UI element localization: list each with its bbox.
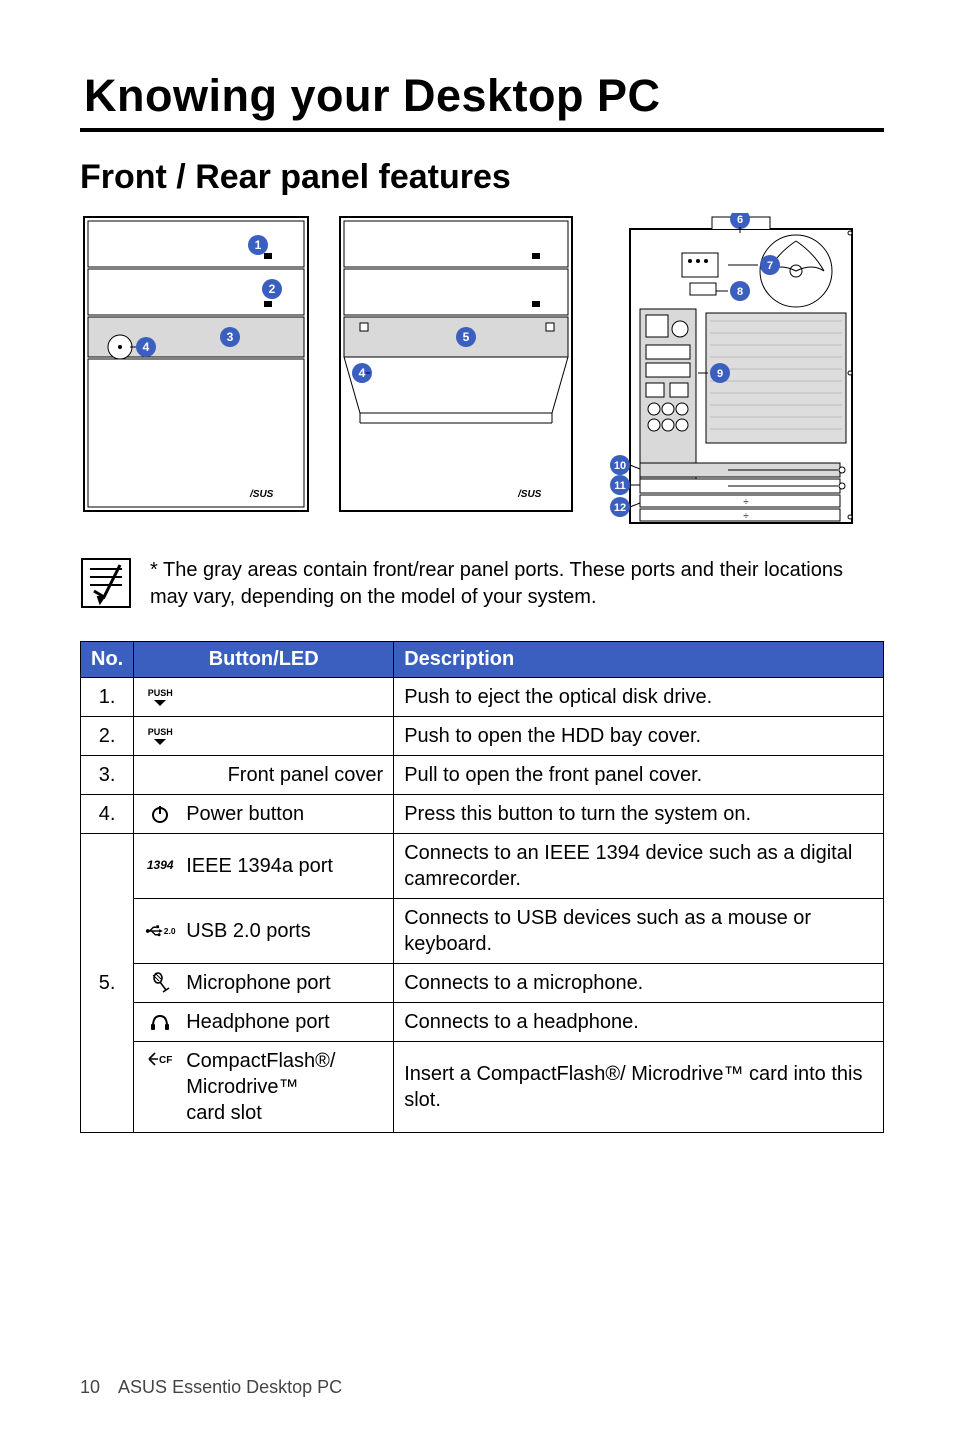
push-icon: PUSH bbox=[144, 727, 176, 745]
svg-text:/SUS: /SUS bbox=[249, 489, 274, 500]
svg-text:8: 8 bbox=[737, 286, 743, 298]
rear-panel: ÷ ÷ 6 7 8 9 10 11 12 bbox=[600, 213, 860, 529]
row-desc: Pull to open the front panel cover. bbox=[394, 756, 884, 795]
th-no: No. bbox=[81, 642, 134, 678]
front-panel-open: /SUS 5 4 bbox=[336, 213, 576, 515]
note-row: * The gray areas contain front/rear pane… bbox=[80, 557, 884, 611]
row-num: 4. bbox=[81, 795, 134, 834]
diagram-row: /SUS 1 2 3 4 /SUS 5 4 bbox=[80, 213, 884, 529]
power-icon bbox=[144, 804, 176, 824]
row-num: 1. bbox=[81, 678, 134, 717]
microphone-icon bbox=[144, 972, 176, 994]
page-footer: 10 ASUS Essentio Desktop PC bbox=[80, 1377, 342, 1398]
row-desc: Push to open the HDD bay cover. bbox=[394, 717, 884, 756]
table-row: CF CompactFlash®/ Microdrive™ card slot … bbox=[81, 1042, 884, 1133]
row-num: 3. bbox=[81, 756, 134, 795]
svg-text:10: 10 bbox=[614, 460, 626, 472]
firewire-icon: 1394 bbox=[144, 858, 176, 874]
svg-text:4: 4 bbox=[359, 366, 366, 380]
headphone-icon bbox=[144, 1012, 176, 1032]
row-desc: Insert a CompactFlash®/ Microdrive™ card… bbox=[394, 1042, 884, 1133]
row-num: 5. bbox=[81, 834, 134, 1133]
page-number: 10 bbox=[80, 1377, 100, 1397]
row-label: IEEE 1394a port bbox=[186, 853, 333, 879]
svg-text:2.0: 2.0 bbox=[164, 926, 176, 936]
row-label: Front panel cover bbox=[134, 756, 394, 795]
th-btn: Button/LED bbox=[134, 642, 394, 678]
table-row: 2.0 USB 2.0 ports Connects to USB device… bbox=[81, 899, 884, 964]
svg-text:2: 2 bbox=[269, 282, 276, 296]
product-name: ASUS Essentio Desktop PC bbox=[118, 1377, 342, 1397]
row-desc: Press this button to turn the system on. bbox=[394, 795, 884, 834]
svg-text:÷: ÷ bbox=[743, 511, 749, 522]
row-label: USB 2.0 ports bbox=[186, 918, 311, 944]
svg-text:7: 7 bbox=[767, 260, 773, 272]
row-desc: Push to eject the optical disk drive. bbox=[394, 678, 884, 717]
row-label: CompactFlash®/ Microdrive™ card slot bbox=[186, 1048, 335, 1126]
row-label: Microphone port bbox=[186, 970, 331, 996]
svg-text:4: 4 bbox=[143, 340, 150, 354]
svg-text:9: 9 bbox=[717, 368, 723, 380]
table-row: 4. Power button Press this button to tur… bbox=[81, 795, 884, 834]
section-title: Front / Rear panel features bbox=[80, 158, 884, 197]
row-desc: Connects to a headphone. bbox=[394, 1003, 884, 1042]
table-row: 3. Front panel cover Pull to open the fr… bbox=[81, 756, 884, 795]
row-desc: Connects to USB devices such as a mouse … bbox=[394, 899, 884, 964]
doc-title: Knowing your Desktop PC bbox=[80, 70, 884, 128]
row-num: 2. bbox=[81, 717, 134, 756]
svg-text:6: 6 bbox=[737, 214, 743, 226]
svg-text:/SUS: /SUS bbox=[517, 489, 542, 500]
svg-text:CF: CF bbox=[159, 1055, 172, 1066]
row-desc: Connects to an IEEE 1394 device such as … bbox=[394, 834, 884, 899]
table-row: 2. PUSH Push to open the HDD bay cover. bbox=[81, 717, 884, 756]
front-panel-closed: /SUS 1 2 3 4 bbox=[80, 213, 312, 515]
svg-text:11: 11 bbox=[614, 480, 626, 492]
svg-text:1: 1 bbox=[255, 238, 262, 252]
table-row: 1. PUSH Push to eject the optical disk d… bbox=[81, 678, 884, 717]
svg-text:5: 5 bbox=[463, 330, 470, 344]
title-block: Knowing your Desktop PC bbox=[80, 70, 884, 132]
compactflash-icon: CF bbox=[144, 1048, 176, 1068]
row-label: Headphone port bbox=[186, 1009, 329, 1035]
push-icon: PUSH bbox=[144, 688, 176, 706]
usb-icon: 2.0 bbox=[144, 923, 176, 939]
table-row: 5. 1394 IEEE 1394a port Connects to an I… bbox=[81, 834, 884, 899]
table-row: Headphone port Connects to a headphone. bbox=[81, 1003, 884, 1042]
note-text: * The gray areas contain front/rear pane… bbox=[150, 557, 884, 611]
table-row: Microphone port Connects to a microphone… bbox=[81, 964, 884, 1003]
features-table: No. Button/LED Description 1. PUSH Push … bbox=[80, 641, 884, 1133]
svg-text:12: 12 bbox=[614, 502, 626, 514]
svg-text:3: 3 bbox=[227, 330, 234, 344]
note-icon bbox=[80, 557, 132, 609]
row-desc: Connects to a microphone. bbox=[394, 964, 884, 1003]
row-label: Power button bbox=[186, 801, 304, 827]
svg-text:÷: ÷ bbox=[743, 497, 749, 508]
th-desc: Description bbox=[394, 642, 884, 678]
